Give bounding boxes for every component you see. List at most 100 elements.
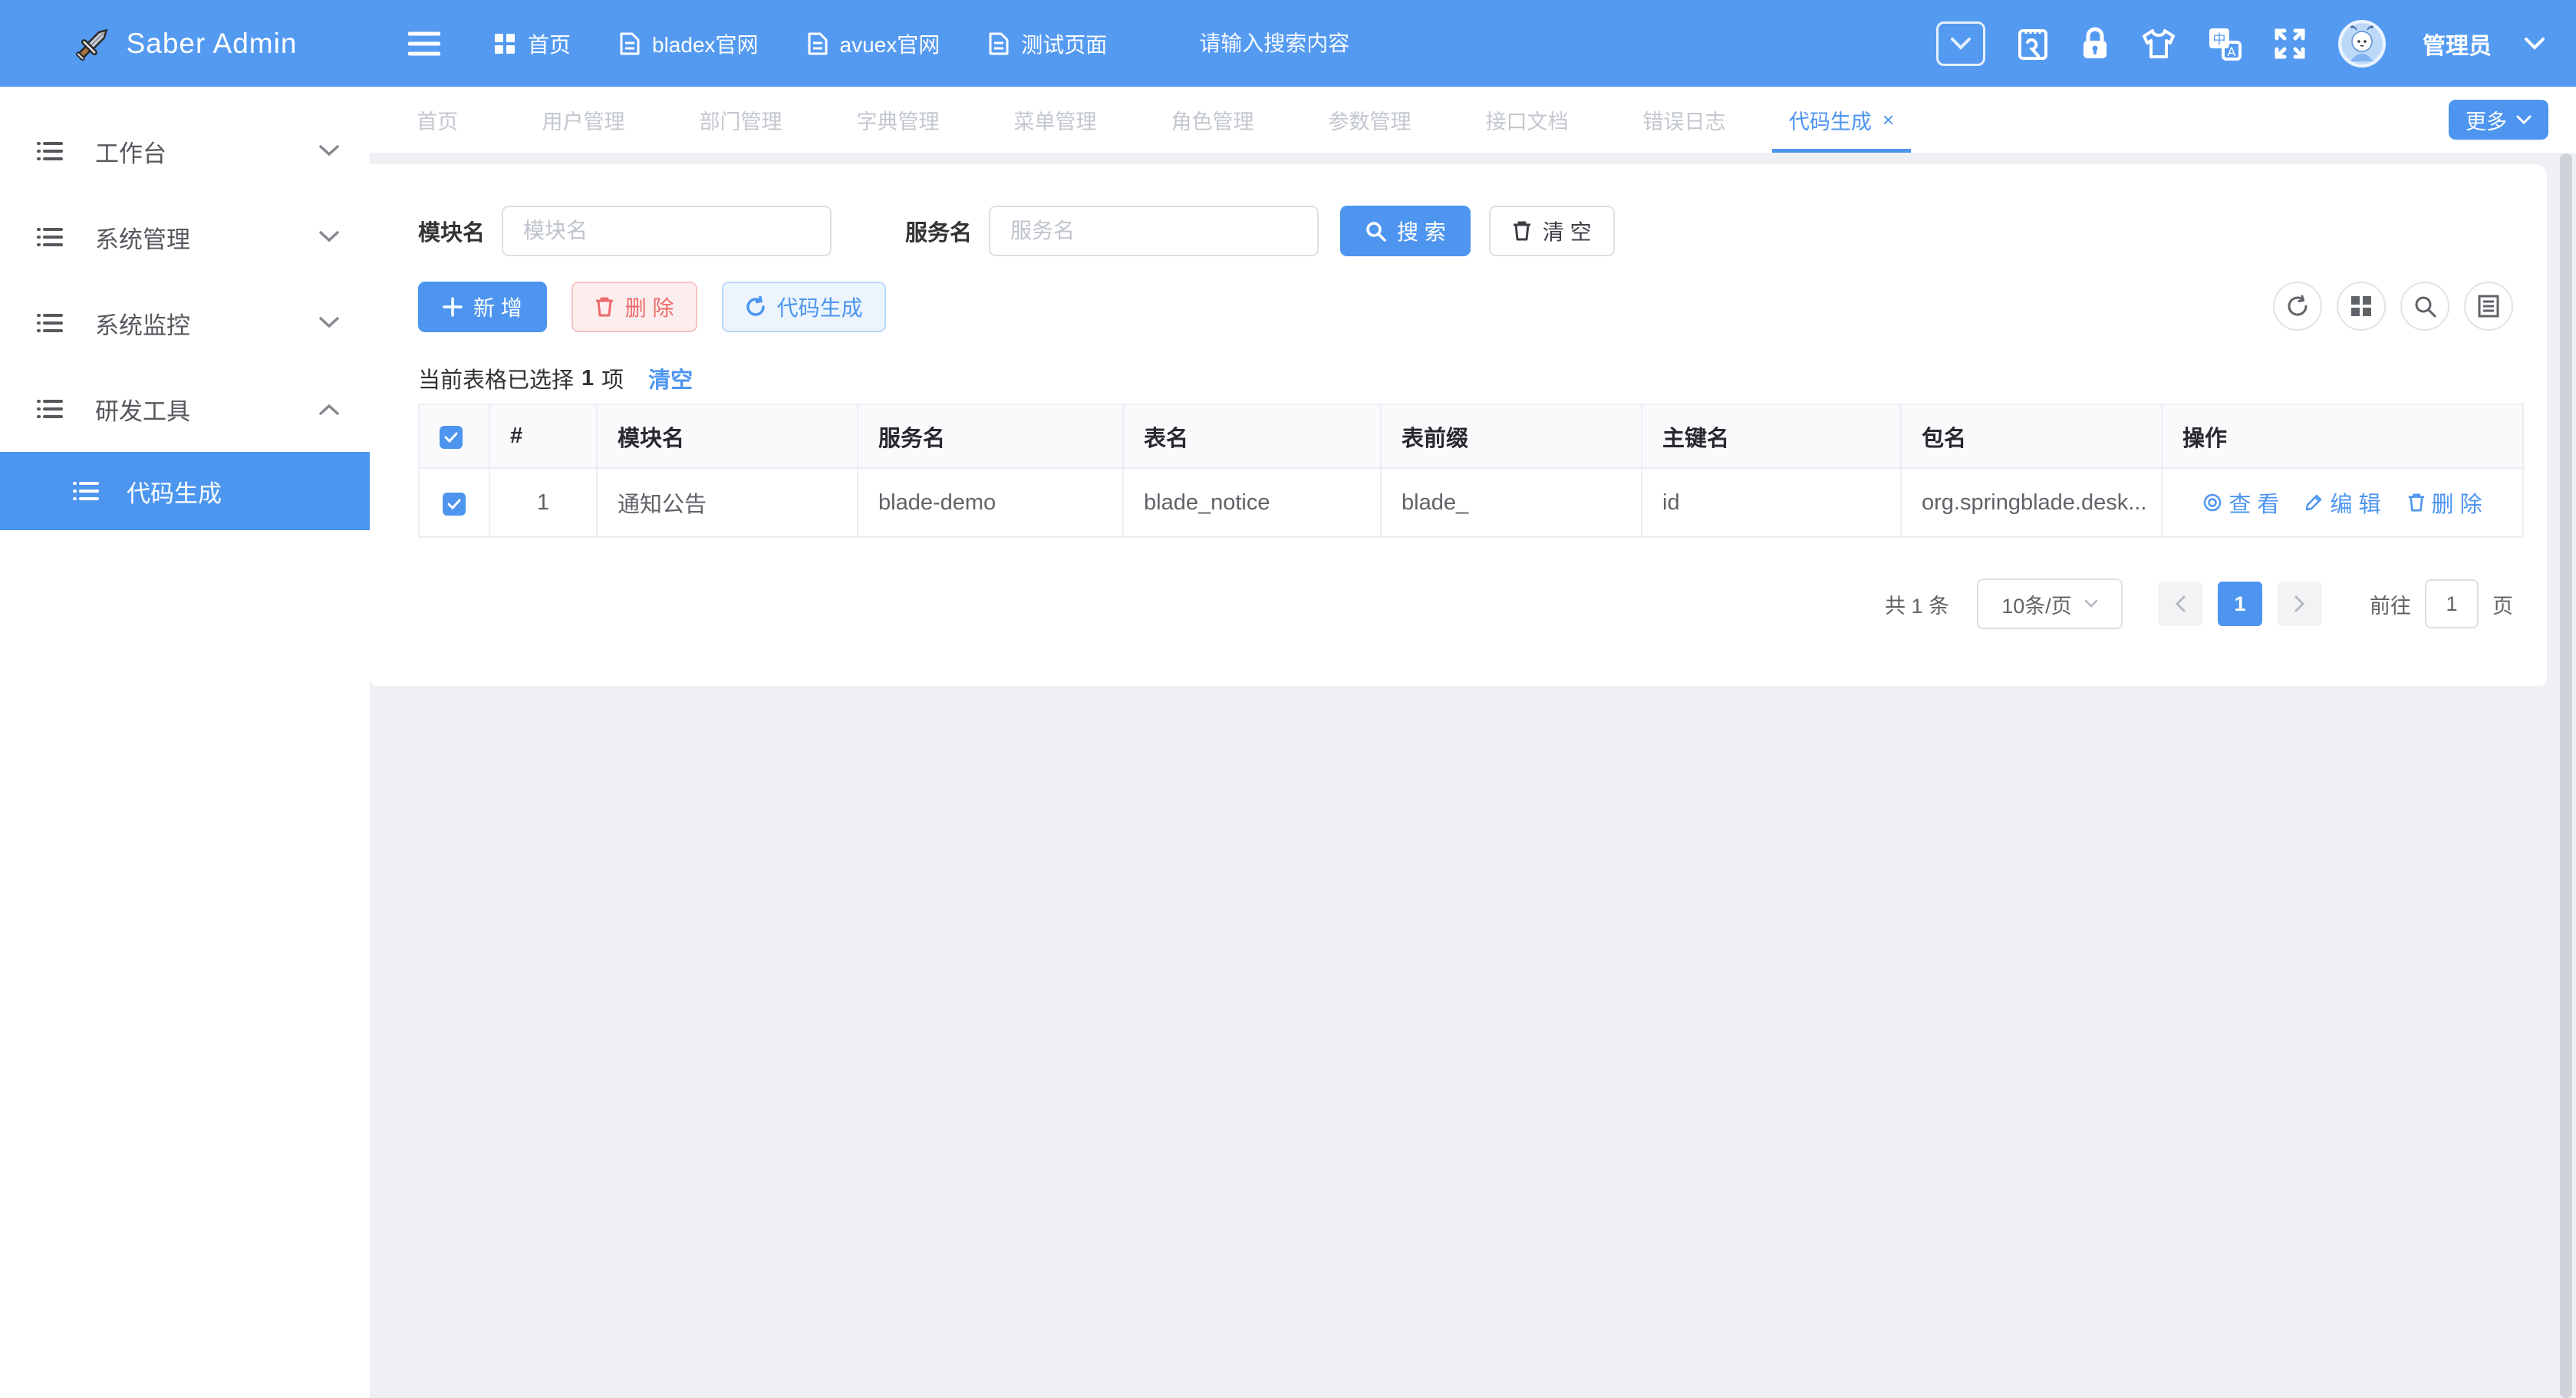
chevron-down-icon xyxy=(2084,599,2098,608)
chevron-left-icon xyxy=(2175,595,2186,612)
service-filter-label: 服务名 xyxy=(905,215,972,247)
goto-page-input[interactable] xyxy=(2425,579,2479,628)
app-title: Saber Admin xyxy=(127,28,298,60)
page-suffix-label: 页 xyxy=(2492,589,2513,619)
sidebar-item-system-monitor[interactable]: 系统监控 xyxy=(0,280,370,366)
refresh-table-button[interactable] xyxy=(2273,282,2322,331)
table-row: 1 通知公告 blade-demo blade_notice blade_ id… xyxy=(419,468,2523,537)
lock-icon xyxy=(2080,27,2110,61)
header-icon-group: 中A 管理员 xyxy=(1936,20,2545,68)
page-number-button[interactable]: 1 xyxy=(2218,582,2262,626)
col-operation: 操作 xyxy=(2162,404,2523,468)
tab-error-log[interactable]: 错误日志 xyxy=(1606,87,1763,153)
tag-collapse-button[interactable] xyxy=(1936,21,1985,66)
language-button[interactable]: 中A xyxy=(2208,27,2242,61)
selection-count: 1 xyxy=(581,366,594,391)
clipboard-wrench-icon xyxy=(2018,27,2048,61)
table-toolbar xyxy=(2273,282,2513,331)
user-avatar[interactable] xyxy=(2338,20,2386,68)
sidebar-item-system-mgmt[interactable]: 系统管理 xyxy=(0,194,370,280)
chevron-down-icon xyxy=(319,317,339,329)
tab-bar: 首页 用户管理 部门管理 字典管理 菜单管理 角色管理 参数管理 接口文档 错误… xyxy=(370,87,2576,153)
add-button[interactable]: 新 增 xyxy=(418,282,547,332)
cell-service: blade-demo xyxy=(858,468,1123,537)
tab-dept-mgmt[interactable]: 部门管理 xyxy=(662,87,819,153)
debug-tool-button[interactable] xyxy=(2018,27,2048,61)
module-filter-input[interactable] xyxy=(502,206,832,256)
cell-module: 通知公告 xyxy=(597,468,858,537)
fullscreen-button[interactable] xyxy=(2274,28,2306,60)
cell-index: 1 xyxy=(489,468,597,537)
clear-button[interactable]: 清 空 xyxy=(1489,206,1615,256)
cell-table: blade_notice xyxy=(1123,468,1381,537)
grid-view-button[interactable] xyxy=(2337,282,2386,331)
svg-text:A: A xyxy=(2228,45,2236,59)
header-nav-bladex[interactable]: bladex官网 xyxy=(620,28,759,59)
col-module: 模块名 xyxy=(597,404,858,468)
hamburger-icon xyxy=(408,31,440,57)
tab-code-generation[interactable]: 代码生成 × xyxy=(1763,87,1920,153)
cell-prefix: blade_ xyxy=(1381,468,1642,537)
menu-list-icon xyxy=(37,140,63,162)
user-menu-chevron-icon[interactable] xyxy=(2524,37,2545,51)
sidebar-collapse-button[interactable] xyxy=(408,31,440,57)
tab-param-mgmt[interactable]: 参数管理 xyxy=(1291,87,1448,153)
service-filter-input[interactable] xyxy=(989,206,1319,256)
more-tabs-button[interactable]: 更多 xyxy=(2449,100,2548,140)
cell-pk: id xyxy=(1642,468,1901,537)
tab-menu-mgmt[interactable]: 菜单管理 xyxy=(977,87,1134,153)
delete-link[interactable]: 删 除 xyxy=(2407,486,2482,519)
sidebar-item-workbench[interactable]: 工作台 xyxy=(0,108,370,194)
search-toggle-button[interactable] xyxy=(2400,282,2449,331)
next-page-button[interactable] xyxy=(2278,582,2322,626)
goto-page-group: 前往 页 xyxy=(2370,579,2513,628)
menu-list-icon xyxy=(37,226,63,248)
sword-logo-icon xyxy=(73,24,113,64)
select-all-checkbox[interactable] xyxy=(440,426,463,449)
codegen-table: # 模块名 服务名 表名 表前缀 主键名 包名 操作 xyxy=(418,404,2524,538)
table-header-row: # 模块名 服务名 表名 表前缀 主键名 包名 操作 xyxy=(419,404,2523,468)
col-pk: 主键名 xyxy=(1642,404,1901,468)
tab-home[interactable]: 首页 xyxy=(370,87,505,153)
view-link[interactable]: 查 看 xyxy=(2202,486,2279,519)
header-nav-avuex[interactable]: avuex官网 xyxy=(808,28,940,59)
menu-list-icon xyxy=(37,312,63,334)
username[interactable]: 管理员 xyxy=(2423,27,2492,61)
tab-close-icon[interactable]: × xyxy=(1883,108,1894,132)
pagination: 共 1 条 10条/页 1 xyxy=(1885,579,2513,629)
vertical-scrollbar[interactable] xyxy=(2560,153,2572,1398)
column-list-icon xyxy=(2478,295,2499,318)
col-index: # xyxy=(489,404,597,468)
edit-link[interactable]: 编 辑 xyxy=(2305,486,2380,519)
sidebar-item-code-generation[interactable]: 代码生成 xyxy=(0,452,370,530)
tab-dict-mgmt[interactable]: 字典管理 xyxy=(819,87,977,153)
lock-button[interactable] xyxy=(2080,27,2110,61)
theme-button[interactable] xyxy=(2142,28,2176,59)
header-nav-home[interactable]: 首页 xyxy=(494,28,571,59)
global-search-input[interactable] xyxy=(1199,31,1521,56)
search-button[interactable]: 搜 索 xyxy=(1340,206,1471,256)
plus-icon xyxy=(443,297,463,317)
column-settings-button[interactable] xyxy=(2464,282,2513,331)
tab-user-mgmt[interactable]: 用户管理 xyxy=(505,87,662,153)
code-generate-button[interactable]: 代码生成 xyxy=(722,282,886,332)
page-size-select[interactable]: 10条/页 xyxy=(1977,579,2123,629)
header-nav: 首页 bladex官网 avuex官网 测试页面 xyxy=(494,28,1107,59)
col-table: 表名 xyxy=(1123,404,1381,468)
search-icon xyxy=(2413,295,2436,318)
chevron-up-icon xyxy=(319,403,339,415)
total-count: 共 1 条 xyxy=(1885,589,1949,619)
document-icon xyxy=(620,32,640,55)
delete-button[interactable]: 删 除 xyxy=(572,282,697,332)
tab-role-mgmt[interactable]: 角色管理 xyxy=(1134,87,1291,153)
row-checkbox[interactable] xyxy=(443,493,466,516)
tab-api-docs[interactable]: 接口文档 xyxy=(1448,87,1606,153)
header-nav-testpage[interactable]: 测试页面 xyxy=(989,28,1107,59)
prev-page-button[interactable] xyxy=(2158,582,2202,626)
sidebar-item-dev-tools[interactable]: 研发工具 xyxy=(0,366,370,452)
document-icon xyxy=(989,32,1009,55)
document-icon xyxy=(808,32,828,55)
menu-list-icon xyxy=(73,480,99,502)
clear-selection-link[interactable]: 清空 xyxy=(648,362,693,394)
chevron-down-icon xyxy=(1951,38,1971,50)
